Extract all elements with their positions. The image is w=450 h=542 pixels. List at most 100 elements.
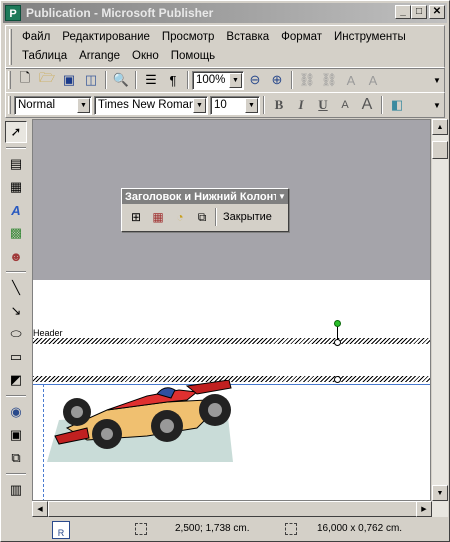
toolbar-separator — [6, 147, 26, 149]
pointer-icon: ➚ — [10, 124, 22, 139]
menu-file[interactable]: Файл — [16, 29, 56, 46]
style-select[interactable]: Normal ▼ — [14, 95, 92, 115]
zoom-select[interactable]: 100% ▼ — [192, 70, 244, 90]
wordart-tool-button[interactable]: A — [5, 199, 27, 221]
toolbar-options-icon[interactable]: ▼ — [276, 192, 288, 201]
vertical-scroll-thumb[interactable] — [432, 141, 448, 159]
header-footer-toolbar-body: ⊞ ▦ ◔ ⧉ Закрытие — [122, 204, 288, 230]
table-icon: ▦ — [9, 179, 23, 194]
form-control-tool-button[interactable]: ▣ — [5, 424, 27, 446]
minimize-button[interactable]: _ — [395, 5, 411, 19]
close-button[interactable]: ✕ — [429, 5, 445, 19]
rectangle-tool-button[interactable]: ▭ — [5, 346, 27, 368]
select-tool-button[interactable]: ➚ — [5, 121, 27, 143]
window-title: Publication - Microsoft Publisher — [26, 6, 214, 20]
chevron-down-icon[interactable]: ▼ — [229, 72, 242, 88]
race-car-clipart[interactable] — [47, 380, 233, 462]
switch-header-footer-button[interactable]: ⧉ — [191, 206, 213, 228]
hot-spot-tool-button[interactable]: ◉ — [5, 401, 27, 423]
text-frame-button[interactable]: A — [340, 69, 362, 91]
scroll-left-button[interactable]: ◀ — [32, 501, 48, 517]
toolbar-options-icon[interactable]: ▼ — [432, 76, 442, 85]
zoom-in-button[interactable]: ⊕ — [266, 69, 288, 91]
scroll-up-button[interactable]: ▲ — [432, 119, 448, 135]
increase-font-button[interactable]: A — [356, 94, 378, 116]
chevron-down-icon[interactable]: ▼ — [245, 97, 258, 113]
toolbar-grip[interactable] — [8, 96, 11, 114]
menu-grip[interactable] — [9, 29, 12, 65]
oval-tool-button[interactable]: ⬭ — [5, 323, 27, 345]
scroll-down-button[interactable]: ▼ — [432, 485, 448, 501]
chevron-down-icon[interactable]: ▼ — [193, 97, 206, 113]
print-preview-button[interactable]: 🔍 — [110, 69, 132, 91]
menu-tools[interactable]: Инструменты — [328, 29, 412, 46]
arrow-tool-button[interactable]: ↘ — [5, 300, 27, 322]
maximize-button[interactable]: □ — [411, 5, 427, 19]
vertical-scrollbar[interactable]: ▲ ▼ — [432, 119, 448, 501]
insert-time-button[interactable]: ◔ — [169, 206, 191, 228]
text-box-tool-button[interactable]: ▤ — [5, 153, 27, 175]
bold-icon: B — [274, 97, 284, 112]
menu-edit[interactable]: Редактирование — [56, 29, 156, 46]
open-button[interactable]: 🗁 — [36, 69, 58, 91]
chevron-down-icon[interactable]: ▼ — [77, 97, 90, 113]
toolbar-options-icon[interactable]: ▼ — [432, 101, 442, 110]
menu-table[interactable]: Таблица — [16, 48, 73, 65]
link-button[interactable]: ⛓ — [296, 69, 318, 91]
menu-view[interactable]: Просмотр — [156, 29, 221, 46]
objects-toolbar: ➚ ▤ ▦ A ▩ ☻ ╲ ↘ ⬭ ▭ ◩ ◉ ▣ ⧉ ▥ — [5, 121, 29, 501]
close-header-footer-button[interactable]: Закрытие — [219, 207, 276, 227]
scroll-right-button[interactable]: ▶ — [416, 501, 432, 517]
line-tool-button[interactable]: ╲ — [5, 277, 27, 299]
text-box-icon: ▤ — [9, 156, 23, 171]
header-frame-border[interactable] — [33, 338, 430, 344]
title-bar[interactable]: P Publication - Microsoft Publisher _ □ … — [3, 3, 447, 23]
save-button[interactable]: ▣ — [58, 69, 80, 91]
insert-date-button[interactable]: ▦ — [147, 206, 169, 228]
decrease-font-button[interactable]: A — [334, 94, 356, 116]
italic-button[interactable]: I — [290, 94, 312, 116]
picture-tool-button[interactable]: ▩ — [5, 222, 27, 244]
insert-page-number-button[interactable]: ⊞ — [125, 206, 147, 228]
font-select[interactable]: Times New Roman ▼ — [94, 95, 208, 115]
publish-button[interactable]: ◫ — [80, 69, 102, 91]
horizontal-scroll-thumb[interactable] — [48, 501, 420, 517]
menu-help[interactable]: Помощь — [165, 48, 221, 65]
menu-insert[interactable]: Вставка — [220, 29, 275, 46]
3d-style-button[interactable]: ◧ — [386, 94, 408, 116]
clipart-tool-button[interactable]: ☻ — [5, 245, 27, 267]
underline-button[interactable]: U — [312, 94, 334, 116]
new-document-icon: 🗋 — [19, 70, 31, 85]
zoom-in-icon: ⊕ — [271, 72, 283, 87]
toolbar-separator — [187, 71, 189, 89]
toolbar-separator — [263, 96, 265, 114]
selection-handle-picture[interactable] — [334, 376, 341, 383]
toolbar-separator — [6, 473, 26, 475]
new-button[interactable]: 🗋 — [14, 69, 36, 91]
font-size-select[interactable]: 10 ▼ — [210, 95, 260, 115]
selection-handle-top[interactable] — [334, 339, 341, 346]
horizontal-scrollbar[interactable]: ◀ ▶ — [32, 501, 448, 517]
publication-workspace[interactable]: Header Заголовок и Нижний Колон ▼ ⊞ ▦ ◔ … — [32, 119, 431, 501]
table-tool-button[interactable]: ▦ — [5, 176, 27, 198]
publisher-app-icon[interactable]: P — [5, 5, 21, 21]
page-navigator-button[interactable]: R — [52, 521, 70, 539]
columns-button[interactable]: ☰ — [140, 69, 162, 91]
design-gallery-tool-button[interactable]: ▥ — [5, 479, 27, 501]
menu-format[interactable]: Формат — [275, 29, 328, 46]
show-formatting-button[interactable]: ¶ — [162, 69, 184, 91]
publication-page[interactable]: Header — [33, 280, 430, 500]
unlink-button[interactable]: ⛓ — [318, 69, 340, 91]
toolbar-separator — [6, 271, 26, 273]
header-footer-toolbar-titlebar[interactable]: Заголовок и Нижний Колонтитул ▼ — [122, 189, 288, 204]
autoshapes-tool-button[interactable]: ◩ — [5, 369, 27, 391]
menu-window[interactable]: Окно — [126, 48, 165, 65]
html-fragment-tool-button[interactable]: ⧉ — [5, 447, 27, 469]
rear-left-hub — [160, 419, 174, 433]
zoom-out-button[interactable]: ⊖ — [244, 69, 266, 91]
rotation-handle[interactable] — [334, 320, 341, 327]
toolbar-grip[interactable] — [8, 71, 11, 89]
bold-button[interactable]: B — [268, 94, 290, 116]
menu-arrange[interactable]: Arrange — [73, 48, 126, 65]
text-autofit-button[interactable]: A — [362, 69, 384, 91]
